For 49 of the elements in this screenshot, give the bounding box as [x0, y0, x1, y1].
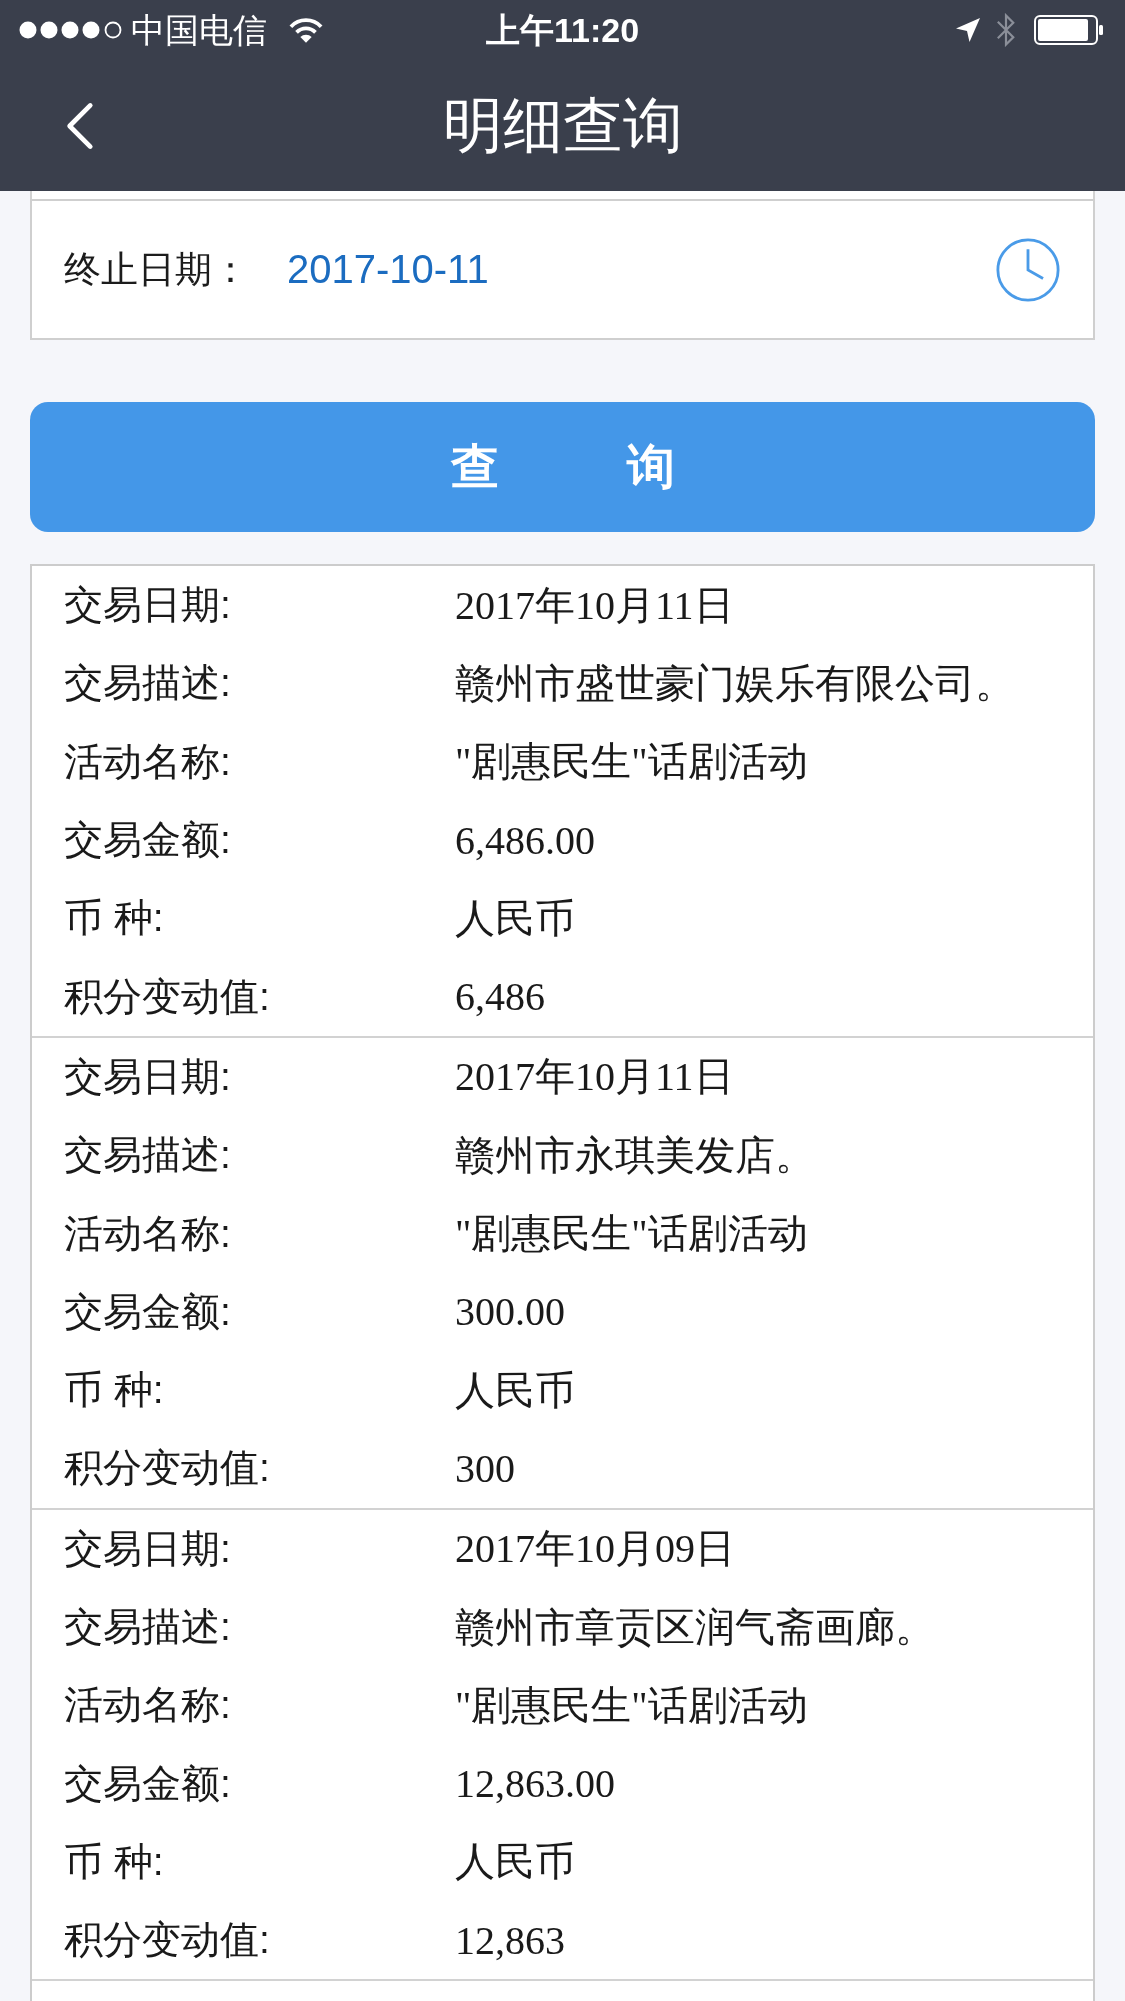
- field-label: 交易金额:: [64, 1760, 232, 1807]
- chevron-left-icon: [64, 101, 94, 150]
- field-label: 交易金额:: [64, 1288, 232, 1335]
- status-time: 上午11:20: [485, 13, 640, 47]
- field-value: 2017年10月11日: [455, 1053, 734, 1102]
- field-label: 交易日期:: [64, 1525, 232, 1572]
- field-label: 活动名称:: [64, 1210, 232, 1257]
- field-label: 币 种:: [64, 1367, 165, 1414]
- field-label: 积分变动值:: [64, 1917, 271, 1964]
- field-label: 币 种:: [64, 1838, 165, 1885]
- field-value: 300: [455, 1444, 515, 1492]
- field-label: 积分变动值:: [64, 1445, 271, 1492]
- field-label: 活动名称:: [64, 738, 232, 785]
- field-value: 赣州市章贡区润气斋画廊。: [455, 1603, 935, 1652]
- clock-icon[interactable]: [996, 237, 1060, 302]
- field-value: 2017年10月09日: [455, 1525, 735, 1574]
- bluetooth-icon: [996, 13, 1016, 47]
- date-value: 2017-10-11: [287, 247, 489, 292]
- battery-icon: [1034, 15, 1104, 45]
- field-value: 300.00: [455, 1288, 565, 1336]
- field-value: 赣州市盛世豪门娱乐有限公司。: [455, 659, 1015, 708]
- field-label: 币 种:: [64, 895, 165, 942]
- field-label: 交易描述:: [64, 1132, 232, 1179]
- field-value: 赣州市永琪美发店。: [455, 1131, 815, 1180]
- field-value: 12,863: [455, 1916, 565, 1964]
- field-value: 2017年10月11日: [455, 581, 734, 630]
- field-label: 交易描述:: [64, 1604, 232, 1650]
- field-label: 终止日期：: [64, 247, 249, 292]
- field-label: 交易日期:: [64, 582, 232, 629]
- field-label: 积分变动值:: [64, 973, 271, 1020]
- field-label: 交易日期:: [64, 1053, 232, 1100]
- signal-strength-icon: [19, 21, 123, 39]
- field-label: 交易金额:: [64, 817, 232, 864]
- field-value: 人民币: [455, 1366, 575, 1415]
- field-value: "剧惠民生"话剧活动: [455, 1210, 808, 1258]
- field-value: 人民币: [455, 894, 575, 943]
- field-label: 活动名称:: [64, 1682, 232, 1729]
- wifi-icon: [289, 16, 323, 44]
- carrier-name: 中国电信: [131, 13, 267, 47]
- page-title: 明细查询: [442, 95, 683, 156]
- field-value: 6,486: [455, 973, 545, 1021]
- field-value: 12,863.00: [455, 1760, 615, 1808]
- end-date-field[interactable]: 终止日期： 2017-10-11: [30, 199, 1095, 340]
- field-label: 交易描述:: [64, 660, 232, 707]
- field-value: 人民币: [455, 1838, 575, 1887]
- field-value: "剧惠民生"话剧活动: [455, 1681, 808, 1730]
- field-value: 6,486.00: [455, 816, 595, 864]
- location-arrow-icon: [956, 18, 980, 42]
- field-value: "剧惠民生"话剧活动: [455, 738, 808, 787]
